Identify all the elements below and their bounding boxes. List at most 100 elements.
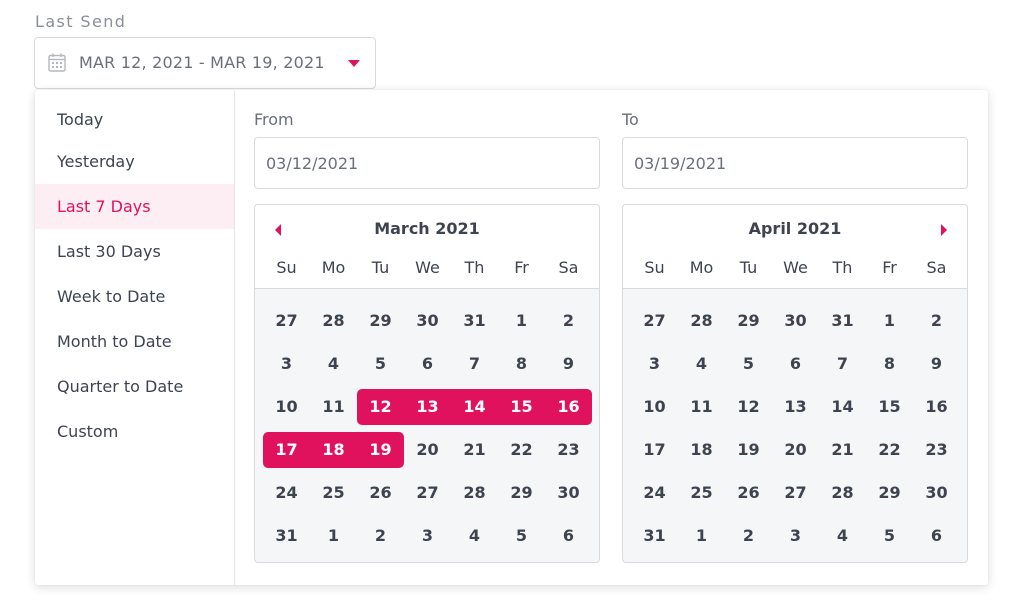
calendar-day[interactable]: 2 bbox=[913, 303, 960, 339]
calendar-day[interactable]: 31 bbox=[451, 303, 498, 339]
calendar-day[interactable]: 16 bbox=[913, 389, 960, 425]
calendar-day[interactable]: 13 bbox=[404, 389, 451, 425]
calendar-day[interactable]: 28 bbox=[819, 475, 866, 511]
calendar-day[interactable]: 3 bbox=[631, 346, 678, 382]
field-label: Last Send bbox=[35, 12, 127, 31]
calendar-day[interactable]: 1 bbox=[310, 518, 357, 554]
calendar-day[interactable]: 8 bbox=[866, 346, 913, 382]
calendar-day[interactable]: 1 bbox=[678, 518, 725, 554]
calendar-day[interactable]: 9 bbox=[913, 346, 960, 382]
calendar-day[interactable]: 20 bbox=[404, 432, 451, 468]
calendar-day[interactable]: 23 bbox=[913, 432, 960, 468]
calendar-day[interactable]: 1 bbox=[866, 303, 913, 339]
calendar-day[interactable]: 28 bbox=[310, 303, 357, 339]
calendar-day[interactable]: 17 bbox=[263, 432, 310, 468]
calendar-day[interactable]: 31 bbox=[819, 303, 866, 339]
calendar-day[interactable]: 24 bbox=[263, 475, 310, 511]
calendar-day[interactable]: 18 bbox=[310, 432, 357, 468]
calendar-day[interactable]: 6 bbox=[913, 518, 960, 554]
next-month-icon[interactable] bbox=[941, 224, 947, 236]
date-range-select[interactable]: MAR 12, 2021 - MAR 19, 2021 bbox=[34, 37, 376, 89]
to-date-input[interactable] bbox=[622, 137, 968, 189]
calendar-day[interactable]: 16 bbox=[545, 389, 592, 425]
calendar-day[interactable]: 25 bbox=[310, 475, 357, 511]
preset-custom[interactable]: Custom bbox=[35, 409, 234, 454]
calendar-day[interactable]: 29 bbox=[866, 475, 913, 511]
calendar-day[interactable]: 5 bbox=[498, 518, 545, 554]
from-date-input[interactable] bbox=[254, 137, 600, 189]
calendar-day[interactable]: 15 bbox=[866, 389, 913, 425]
prev-month-icon[interactable] bbox=[275, 224, 281, 236]
calendar-day[interactable]: 3 bbox=[404, 518, 451, 554]
calendar-day[interactable]: 12 bbox=[725, 389, 772, 425]
calendar-day[interactable]: 6 bbox=[772, 346, 819, 382]
calendar-day[interactable]: 19 bbox=[725, 432, 772, 468]
calendar-day[interactable]: 17 bbox=[631, 432, 678, 468]
calendar-day[interactable]: 25 bbox=[678, 475, 725, 511]
calendar-day[interactable]: 10 bbox=[263, 389, 310, 425]
preset-week-to-date[interactable]: Week to Date bbox=[35, 274, 234, 319]
preset-yesterday[interactable]: Yesterday bbox=[35, 139, 234, 184]
calendar-day[interactable]: 14 bbox=[819, 389, 866, 425]
calendar-day[interactable]: 2 bbox=[545, 303, 592, 339]
calendar-day[interactable]: 27 bbox=[263, 303, 310, 339]
calendar-day[interactable]: 5 bbox=[866, 518, 913, 554]
calendar-day[interactable]: 3 bbox=[772, 518, 819, 554]
calendar-day[interactable]: 3 bbox=[263, 346, 310, 382]
calendar-day[interactable]: 13 bbox=[772, 389, 819, 425]
calendar-day[interactable]: 26 bbox=[357, 475, 404, 511]
calendar-day[interactable]: 29 bbox=[725, 303, 772, 339]
calendar-day[interactable]: 4 bbox=[678, 346, 725, 382]
calendar-day[interactable]: 19 bbox=[357, 432, 404, 468]
calendar-day[interactable]: 29 bbox=[498, 475, 545, 511]
calendar-day[interactable]: 30 bbox=[913, 475, 960, 511]
preset-today[interactable]: Today bbox=[35, 97, 234, 142]
calendar-day[interactable]: 18 bbox=[678, 432, 725, 468]
calendar-day[interactable]: 27 bbox=[772, 475, 819, 511]
calendar-day[interactable]: 20 bbox=[772, 432, 819, 468]
calendar-day[interactable]: 4 bbox=[819, 518, 866, 554]
preset-last-7-days[interactable]: Last 7 Days bbox=[35, 184, 234, 229]
calendar-day[interactable]: 11 bbox=[310, 389, 357, 425]
calendar-day[interactable]: 7 bbox=[819, 346, 866, 382]
calendar-day[interactable]: 30 bbox=[772, 303, 819, 339]
calendar-day[interactable]: 15 bbox=[498, 389, 545, 425]
calendar-day[interactable]: 14 bbox=[451, 389, 498, 425]
calendar-day[interactable]: 6 bbox=[404, 346, 451, 382]
calendar-day[interactable]: 4 bbox=[451, 518, 498, 554]
calendar-day[interactable]: 7 bbox=[451, 346, 498, 382]
calendar-day[interactable]: 29 bbox=[357, 303, 404, 339]
calendar-day[interactable]: 31 bbox=[263, 518, 310, 554]
calendar-day[interactable]: 31 bbox=[631, 518, 678, 554]
month-title: April 2021 bbox=[748, 219, 842, 238]
calendar-day[interactable]: 27 bbox=[404, 475, 451, 511]
calendar-day[interactable]: 1 bbox=[498, 303, 545, 339]
calendar-day[interactable]: 6 bbox=[545, 518, 592, 554]
preset-quarter-to-date[interactable]: Quarter to Date bbox=[35, 364, 234, 409]
calendar-day[interactable]: 5 bbox=[725, 346, 772, 382]
calendar-day[interactable]: 11 bbox=[678, 389, 725, 425]
calendar-day[interactable]: 24 bbox=[631, 475, 678, 511]
calendar-day[interactable]: 9 bbox=[545, 346, 592, 382]
calendar-day[interactable]: 10 bbox=[631, 389, 678, 425]
calendar-day[interactable]: 22 bbox=[498, 432, 545, 468]
calendar-day[interactable]: 21 bbox=[819, 432, 866, 468]
preset-last-30-days[interactable]: Last 30 Days bbox=[35, 229, 234, 274]
calendar-day[interactable]: 23 bbox=[545, 432, 592, 468]
calendar-day[interactable]: 2 bbox=[725, 518, 772, 554]
calendar-day[interactable]: 8 bbox=[498, 346, 545, 382]
calendar-day[interactable]: 28 bbox=[451, 475, 498, 511]
calendar-day[interactable]: 22 bbox=[866, 432, 913, 468]
calendar-day[interactable]: 28 bbox=[678, 303, 725, 339]
calendar-day[interactable]: 5 bbox=[357, 346, 404, 382]
calendar-day[interactable]: 30 bbox=[545, 475, 592, 511]
calendar-day[interactable]: 2 bbox=[357, 518, 404, 554]
calendar-day[interactable]: 12 bbox=[357, 389, 404, 425]
calendar-day[interactable]: 4 bbox=[310, 346, 357, 382]
calendar-day[interactable]: 27 bbox=[631, 303, 678, 339]
weekday-label: Tu bbox=[371, 258, 390, 277]
calendar-day[interactable]: 26 bbox=[725, 475, 772, 511]
preset-month-to-date[interactable]: Month to Date bbox=[35, 319, 234, 364]
calendar-day[interactable]: 21 bbox=[451, 432, 498, 468]
calendar-day[interactable]: 30 bbox=[404, 303, 451, 339]
